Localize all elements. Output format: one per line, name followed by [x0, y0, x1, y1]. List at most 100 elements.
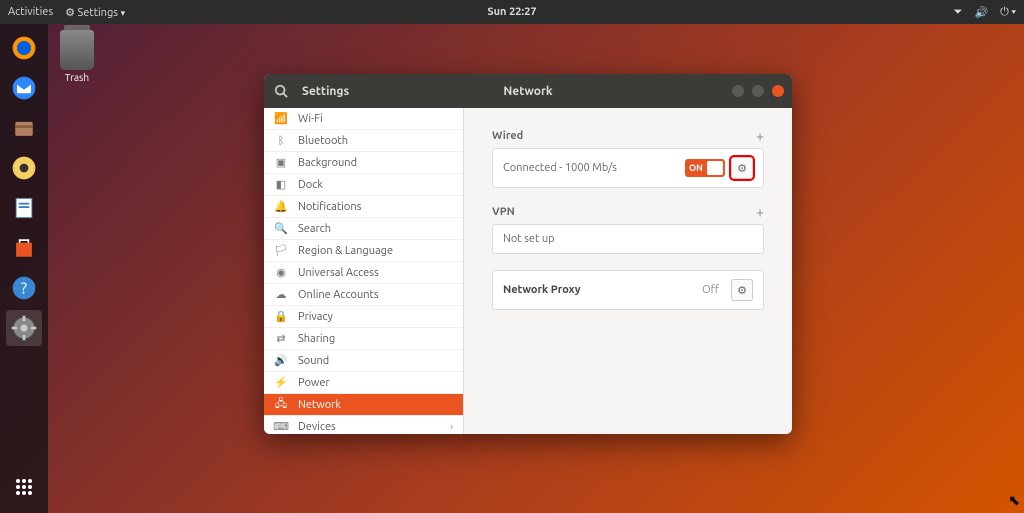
wired-toggle[interactable]: ON — [685, 159, 725, 177]
dock-rhythmbox[interactable] — [6, 150, 42, 186]
dock-firefox[interactable] — [6, 30, 42, 66]
sidebar-icon: 🔍 — [274, 222, 288, 235]
cursor-icon: ⬉ — [1008, 492, 1020, 509]
gear-icon: ⚙ — [65, 7, 75, 19]
add-vpn-button[interactable]: + — [756, 204, 764, 220]
close-button[interactable] — [772, 85, 784, 97]
sidebar-item-label: Network — [298, 399, 341, 411]
sidebar-icon: ▣ — [274, 156, 288, 169]
top-bar: Activities ⚙ Settings Sun 22:27 ⏷ 🔊 ⏻ ▾ — [0, 0, 1024, 24]
activities-button[interactable]: Activities — [8, 6, 53, 18]
proxy-value: Off — [702, 284, 719, 296]
chevron-right-icon: › — [450, 421, 453, 432]
dock-libreoffice[interactable] — [6, 190, 42, 226]
sidebar-item-sound[interactable]: 🔊 Sound — [264, 350, 463, 372]
sidebar-icon: ◉ — [274, 266, 288, 279]
dock-help[interactable]: ? — [6, 270, 42, 306]
sidebar-item-label: Bluetooth — [298, 135, 348, 147]
wired-settings-button[interactable]: ⚙ — [731, 157, 753, 179]
wired-connection-row: Connected - 1000 Mb/s ON ⚙ — [492, 148, 764, 188]
sidebar-item-region-language[interactable]: 🏳 Region & Language — [264, 240, 463, 262]
sidebar-icon: 🖧 — [274, 395, 288, 414]
window-title: Network — [503, 85, 552, 98]
window-titlebar[interactable]: Settings Network — [264, 74, 792, 108]
settings-content: Wired + Connected - 1000 Mb/s ON ⚙ — [464, 108, 792, 434]
volume-tray-icon[interactable]: 🔊 — [974, 6, 988, 19]
desktop-trash[interactable]: Trash — [60, 30, 94, 83]
sidebar-item-universal-access[interactable]: ◉ Universal Access — [264, 262, 463, 284]
network-tray-icon[interactable]: ⏷ — [954, 6, 963, 19]
sidebar-icon: ⌨ — [274, 420, 288, 433]
sidebar-item-label: Power — [298, 377, 330, 389]
sidebar-icon: ◧ — [274, 178, 288, 191]
sidebar-item-search[interactable]: 🔍 Search — [264, 218, 463, 240]
vpn-status-text: Not set up — [503, 233, 555, 245]
launcher-dock: ? — [0, 24, 48, 513]
dock-software[interactable] — [6, 230, 42, 266]
sidebar-item-bluetooth[interactable]: ᛒ Bluetooth — [264, 130, 463, 152]
sidebar-item-power[interactable]: ⚡ Power — [264, 372, 463, 394]
sidebar-item-privacy[interactable]: 🔒Privacy — [264, 306, 463, 328]
sidebar-icon: ⚡ — [274, 376, 288, 389]
trash-icon — [60, 30, 94, 70]
maximize-button[interactable] — [752, 85, 764, 97]
gear-icon: ⚙ — [737, 284, 747, 297]
wired-section: Wired + Connected - 1000 Mb/s ON ⚙ — [492, 128, 764, 188]
sidebar-item-label: Search — [298, 223, 331, 235]
sidebar-title: Settings — [298, 85, 464, 98]
wired-heading: Wired — [492, 130, 523, 142]
sidebar-icon: 🏳 — [274, 244, 288, 257]
sidebar-item-label: Privacy — [298, 311, 333, 323]
sidebar-item-label: Wi-Fi — [298, 113, 323, 125]
sidebar-item-online-accounts[interactable]: ☁ Online Accounts — [264, 284, 463, 306]
minimize-button[interactable] — [732, 85, 744, 97]
sidebar-item-label: Sound — [298, 355, 329, 367]
proxy-label: Network Proxy — [503, 284, 581, 296]
proxy-section: Network Proxy Off ⚙ — [492, 270, 764, 310]
vpn-section: VPN + Not set up — [492, 204, 764, 254]
sidebar-icon: 🔊 — [274, 354, 288, 367]
settings-sidebar: 📶 Wi-Fi ᛒ Bluetooth ▣ Background ◧ Dock 🔔 Notific… — [264, 108, 464, 434]
settings-window: Settings Network 📶 Wi-Fi ᛒ Bluetooth ▣ Backgr… — [264, 74, 792, 434]
toggle-knob — [707, 161, 723, 175]
sidebar-item-wi-fi[interactable]: 📶 Wi-Fi — [264, 108, 463, 130]
sidebar-item-label: Background — [298, 157, 357, 169]
vpn-row: Not set up — [492, 224, 764, 254]
dock-files[interactable] — [6, 110, 42, 146]
toggle-on-label: ON — [689, 163, 703, 173]
sidebar-icon: ⇄ — [274, 332, 288, 345]
app-menu-label: Settings — [78, 7, 119, 19]
sidebar-icon: 📶 — [274, 112, 288, 125]
power-tray-icon[interactable]: ⏻ ▾ — [1000, 6, 1016, 19]
sidebar-item-label: Region & Language — [298, 245, 393, 257]
gear-icon: ⚙ — [737, 162, 747, 175]
sidebar-icon: ☁ — [274, 288, 288, 301]
sidebar-item-label: Online Accounts — [298, 289, 379, 301]
sidebar-item-network[interactable]: 🖧 Network — [264, 394, 463, 416]
sidebar-icon: 🔔 — [274, 200, 288, 213]
sidebar-item-label: Notifications — [298, 201, 361, 213]
sidebar-item-background[interactable]: ▣ Background — [264, 152, 463, 174]
vpn-heading: VPN — [492, 206, 515, 218]
svg-text:?: ? — [21, 278, 27, 296]
sidebar-item-notifications[interactable]: 🔔 Notifications — [264, 196, 463, 218]
sidebar-item-label: Dock — [298, 179, 323, 191]
sidebar-item-label: Devices — [298, 421, 336, 433]
proxy-settings-button[interactable]: ⚙ — [731, 279, 753, 301]
sidebar-item-label: Universal Access — [298, 267, 379, 279]
app-menu-settings[interactable]: ⚙ Settings — [65, 6, 125, 19]
sidebar-item-devices[interactable]: ⌨ Devices › — [264, 416, 463, 434]
sidebar-item-sharing[interactable]: ⇄ Sharing — [264, 328, 463, 350]
sidebar-icon: ᛒ — [274, 135, 288, 147]
sidebar-item-dock[interactable]: ◧ Dock — [264, 174, 463, 196]
clock[interactable]: Sun 22:27 — [487, 6, 536, 18]
trash-label: Trash — [60, 72, 94, 83]
show-applications-button[interactable] — [6, 469, 42, 505]
add-wired-button[interactable]: + — [756, 128, 764, 144]
dock-settings[interactable] — [6, 310, 42, 346]
sidebar-item-label: Sharing — [298, 333, 335, 345]
network-proxy-row[interactable]: Network Proxy Off ⚙ — [492, 270, 764, 310]
wired-status-text: Connected - 1000 Mb/s — [503, 162, 617, 174]
search-button[interactable] — [264, 74, 298, 108]
dock-thunderbird[interactable] — [6, 70, 42, 106]
